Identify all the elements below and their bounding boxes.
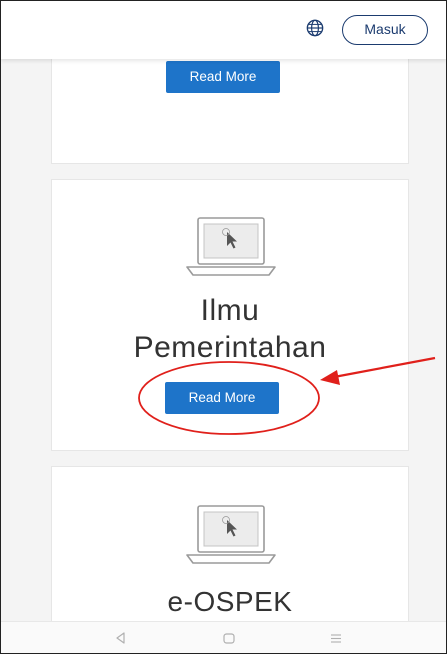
globe-icon[interactable] (306, 19, 324, 37)
login-button[interactable]: Masuk (342, 15, 428, 45)
course-card-e-ospek: e-OSPEK (51, 466, 409, 621)
read-more-button[interactable]: Read More (166, 61, 280, 93)
course-card-ilmu-pemerintahan: Ilmu Pemerintahan Read More (51, 179, 409, 451)
course-title: e-OSPEK (167, 586, 293, 617)
course-title-line-2: Pemerintahan (133, 331, 327, 364)
phone-screen: Read More Ilmu Pemerintahan Read More e-… (0, 0, 447, 654)
course-list: Read More Ilmu Pemerintahan Read More e-… (1, 1, 446, 621)
laptop-icon (186, 217, 276, 276)
home-icon[interactable] (221, 630, 237, 646)
back-icon[interactable] (113, 630, 129, 646)
read-more-button[interactable]: Read More (165, 382, 279, 414)
system-navigation-bar (1, 621, 446, 653)
course-title: Ilmu Pemerintahan (52, 292, 408, 366)
top-app-bar: Masuk (1, 1, 446, 59)
recent-apps-icon[interactable] (328, 630, 344, 646)
course-title-line-1: Ilmu (200, 294, 260, 327)
laptop-icon (186, 505, 276, 564)
